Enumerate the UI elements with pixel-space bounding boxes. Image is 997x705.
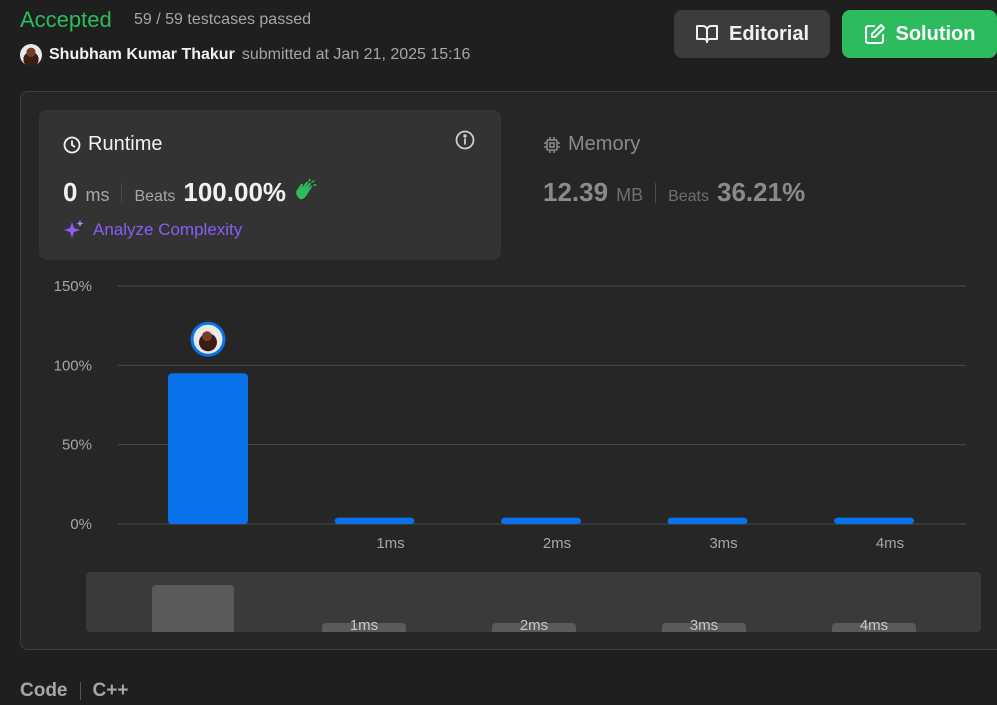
mini-tick-label: 4ms xyxy=(860,617,888,632)
sparkle-icon xyxy=(64,220,84,238)
testcases-passed: 59 / 59 testcases passed xyxy=(134,11,311,28)
code-header: Code C++ xyxy=(20,680,128,702)
solution-button[interactable]: Solution xyxy=(842,10,997,58)
mini-chart[interactable]: 1ms 2ms 3ms 4ms xyxy=(86,572,981,632)
x-tick-label: 2ms xyxy=(543,535,571,552)
runtime-unit: ms xyxy=(85,185,110,205)
runtime-beats-value: 100.00% xyxy=(183,177,287,207)
runtime-beats-label: Beats xyxy=(134,188,176,205)
mini-tick-label: 1ms xyxy=(350,617,378,632)
edit-icon xyxy=(864,24,885,44)
solution-label: Solution xyxy=(895,22,976,45)
book-icon xyxy=(695,25,718,43)
memory-title-row[interactable]: Memory xyxy=(543,133,640,156)
submission-status: Accepted xyxy=(20,7,112,32)
chip-icon xyxy=(544,136,560,153)
info-icon[interactable] xyxy=(455,130,475,150)
editorial-button[interactable]: Editorial xyxy=(674,10,830,58)
author-avatar[interactable] xyxy=(20,44,42,66)
runtime-metric: 0 ms Beats 100.00% xyxy=(63,177,318,208)
mini-tick-label: 3ms xyxy=(690,617,718,632)
memory-beats-label: Beats xyxy=(668,188,709,205)
clap-hands-icon xyxy=(296,179,317,200)
memory-unit: MB xyxy=(616,185,644,205)
chart-bar[interactable] xyxy=(667,517,748,524)
submitted-time: submitted at Jan 21, 2025 15:16 xyxy=(241,46,471,63)
memory-value: 12.39 xyxy=(543,177,609,207)
y-tick-label: 50% xyxy=(62,437,92,454)
submission-author-row: Shubham Kumar Thakur submitted at Jan 21… xyxy=(20,44,470,66)
chart-bar[interactable] xyxy=(501,517,581,524)
divider xyxy=(655,182,657,203)
mini-bar xyxy=(152,585,234,632)
memory-metric: 12.39 MB Beats 36.21% xyxy=(543,177,805,208)
runtime-distribution-chart[interactable]: 0% 50% 100% 150% 1ms 2ms 3ms 4ms xyxy=(0,270,997,570)
y-tick-label: 0% xyxy=(70,516,92,533)
chart-bar[interactable] xyxy=(334,517,415,524)
mini-tick-label: 2ms xyxy=(520,617,548,632)
chart-bar[interactable] xyxy=(834,517,914,524)
code-label: Code xyxy=(20,680,68,701)
y-tick-label: 100% xyxy=(54,357,92,374)
x-tick-label: 1ms xyxy=(376,535,404,552)
author-name[interactable]: Shubham Kumar Thakur xyxy=(49,46,235,64)
range-selector[interactable]: 1ms 2ms 3ms 4ms xyxy=(86,572,981,632)
memory-title: Memory xyxy=(568,133,641,155)
analyze-complexity-label: Analyze Complexity xyxy=(93,220,243,239)
divider xyxy=(121,182,123,203)
y-tick-label: 150% xyxy=(54,278,92,295)
clock-icon xyxy=(63,136,81,153)
runtime-value: 0 xyxy=(63,177,78,207)
language-label[interactable]: C++ xyxy=(93,680,129,702)
runtime-title: Runtime xyxy=(88,133,163,155)
memory-beats-value: 36.21% xyxy=(717,177,806,207)
runtime-title-row: Runtime xyxy=(63,133,162,156)
analyze-complexity-link[interactable]: Analyze Complexity xyxy=(63,219,242,241)
user-avatar-face xyxy=(202,331,212,342)
x-tick-label: 3ms xyxy=(709,535,737,552)
chart-bar[interactable] xyxy=(168,373,248,524)
editorial-label: Editorial xyxy=(728,22,809,45)
divider xyxy=(79,682,81,700)
x-tick-label: 4ms xyxy=(876,535,904,552)
